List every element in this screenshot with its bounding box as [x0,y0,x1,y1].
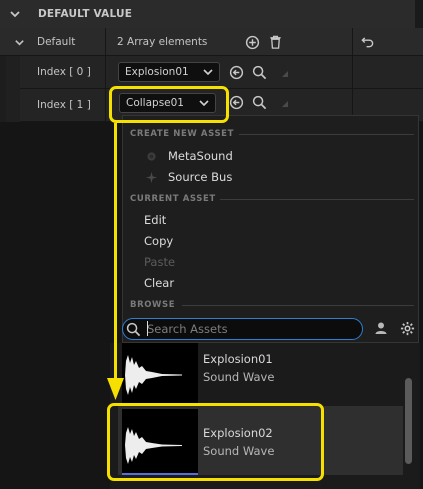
chevron-down-icon [203,69,213,76]
menu-item-source-bus[interactable]: Source Bus [125,168,415,187]
index-label: Index [ 1 ] [37,99,91,111]
use-selected-asset-icon[interactable] [229,95,244,110]
asset-combo-value: Explosion01 [125,66,189,78]
default-row: Default 2 Array elements [0,28,423,56]
details-panel: DEFAULT VALUE Default 2 Array elements I… [0,0,423,489]
source-bus-icon [145,171,158,184]
metasound-icon [147,152,156,161]
highlight-box-asset [107,403,324,481]
panel-edge [415,0,423,28]
menu-item-label: MetaSound [168,149,233,163]
chevron-down-icon [10,11,20,18]
menu-item-clear[interactable]: Clear [144,276,174,290]
reset-to-default-icon[interactable] [361,36,374,48]
search-assets-box[interactable] [122,318,363,340]
menu-item-paste: Paste [144,255,176,269]
menu-item-edit[interactable]: Edit [144,213,166,227]
search-assets-input[interactable] [147,321,347,337]
asset-type: Sound Wave [203,370,275,384]
array-row-0: Index [ 0 ] Explosion01 [20,56,423,89]
highlight-box-combo [109,86,229,123]
default-value-section-header[interactable]: DEFAULT VALUE [0,0,423,28]
annotation-arrow-line [114,123,117,380]
browse-search-icon[interactable] [252,65,267,80]
add-element-icon[interactable] [245,35,260,50]
resize-grip-icon [282,71,288,77]
asset-list-scrollbar[interactable] [405,378,412,464]
array-summary: 2 Array elements [117,36,208,48]
asset-name: Explosion01 [203,352,273,366]
user-filter-icon[interactable] [374,321,388,335]
browse-search-icon[interactable] [252,95,267,110]
use-selected-asset-icon[interactable] [229,65,244,80]
menu-item-label: Source Bus [168,170,233,184]
trash-icon[interactable] [268,34,283,50]
search-icon [126,322,141,337]
tree-indent [6,56,20,122]
annotation-arrow-head [107,378,124,400]
waveform-icon [125,355,182,395]
default-label: Default [37,36,76,48]
chevron-down-icon[interactable] [14,37,25,48]
divider [220,199,414,200]
divider [182,305,414,306]
asset-tile-explosion01[interactable]: Explosion01 Sound Wave [118,343,403,407]
current-asset-heading: CURRENT ASSET [130,194,216,204]
asset-combo-box[interactable]: Explosion01 [118,62,220,82]
browse-heading: BROWSE [130,300,176,310]
index-label: Index [ 0 ] [37,66,91,78]
create-new-asset-heading: CREATE NEW ASSET [130,129,234,139]
menu-item-metasound[interactable]: MetaSound [125,147,415,166]
settings-gear-icon[interactable] [400,321,415,336]
divider [239,134,414,135]
text-caret [147,321,148,336]
section-title: DEFAULT VALUE [38,8,133,20]
menu-item-copy[interactable]: Copy [144,234,173,248]
resize-grip-icon [282,101,288,107]
sound-wave-thumbnail [122,343,198,407]
